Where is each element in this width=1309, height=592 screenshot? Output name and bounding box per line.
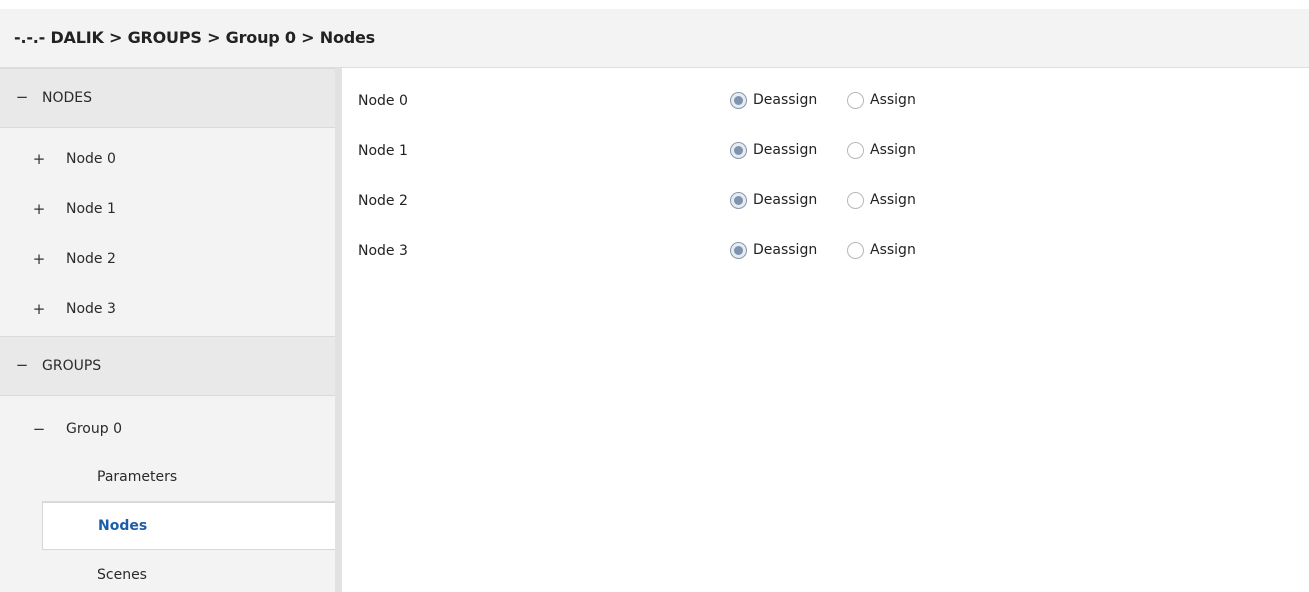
sidebar-item-node-0[interactable]: + Node 0 xyxy=(0,136,335,186)
assign-label[interactable]: Assign xyxy=(870,242,916,258)
deassign-label[interactable]: Deassign xyxy=(753,192,817,208)
expand-icon[interactable]: + xyxy=(32,250,46,268)
section-label-nodes: NODES xyxy=(42,90,93,106)
sidebar-item-nodes[interactable]: Nodes xyxy=(42,502,342,550)
node-row: Node 0 Deassign Assign xyxy=(342,68,1309,118)
node-row: Node 2 Deassign Assign xyxy=(342,168,1309,218)
app-window: -.-.- DALIK > GROUPS > Group 0 > Nodes −… xyxy=(0,0,1309,592)
sidebar-item-parameters[interactable]: Parameters xyxy=(42,454,335,502)
collapse-icon[interactable]: − xyxy=(15,356,29,374)
radio-unchecked-icon[interactable] xyxy=(847,242,864,259)
radio-checked-icon[interactable] xyxy=(730,242,747,259)
deassign-label[interactable]: Deassign xyxy=(753,142,817,158)
expand-icon[interactable]: + xyxy=(32,200,46,218)
section-header-groups[interactable]: − GROUPS xyxy=(0,336,335,396)
expand-icon[interactable]: + xyxy=(32,150,46,168)
sidebar: − NODES + Node 0 + Node 1 + Node 2 + Nod… xyxy=(0,68,342,592)
sidebar-item-label: Node 1 xyxy=(66,201,116,217)
sidebar-item-label: Nodes xyxy=(98,518,148,534)
radio-unchecked-icon[interactable] xyxy=(847,92,864,109)
deassign-label[interactable]: Deassign xyxy=(753,242,817,258)
sidebar-splitter[interactable] xyxy=(335,68,342,592)
section-label-groups: GROUPS xyxy=(42,358,102,374)
section-header-nodes[interactable]: − NODES xyxy=(0,68,335,128)
expand-icon[interactable]: + xyxy=(32,300,46,318)
sidebar-item-label: Node 0 xyxy=(66,151,116,167)
sidebar-item-label: Node 2 xyxy=(66,251,116,267)
radio-checked-icon[interactable] xyxy=(730,92,747,109)
radio-unchecked-icon[interactable] xyxy=(847,142,864,159)
header-bar: -.-.- DALIK > GROUPS > Group 0 > Nodes xyxy=(0,9,1309,68)
node-row: Node 1 Deassign Assign xyxy=(342,118,1309,168)
deassign-label[interactable]: Deassign xyxy=(753,92,817,108)
sidebar-item-label: Node 3 xyxy=(66,301,116,317)
node-label: Node 2 xyxy=(358,193,408,209)
assign-label[interactable]: Assign xyxy=(870,142,916,158)
sidebar-item-group-0[interactable]: − Group 0 xyxy=(0,406,335,456)
sidebar-item-node-2[interactable]: + Node 2 xyxy=(0,236,335,286)
assign-label[interactable]: Assign xyxy=(870,92,916,108)
node-label: Node 3 xyxy=(358,243,408,259)
node-label: Node 0 xyxy=(358,93,408,109)
main-panel: Node 0 Deassign Assign Node 1 Deassign A… xyxy=(342,68,1309,592)
radio-unchecked-icon[interactable] xyxy=(847,192,864,209)
breadcrumb: -.-.- DALIK > GROUPS > Group 0 > Nodes xyxy=(14,28,375,47)
node-row: Node 3 Deassign Assign xyxy=(342,218,1309,268)
node-label: Node 1 xyxy=(358,143,408,159)
sidebar-item-scenes[interactable]: Scenes xyxy=(42,552,335,592)
radio-checked-icon[interactable] xyxy=(730,142,747,159)
assign-label[interactable]: Assign xyxy=(870,192,916,208)
collapse-icon[interactable]: − xyxy=(15,88,29,106)
sidebar-item-label: Scenes xyxy=(97,567,147,583)
sidebar-item-node-3[interactable]: + Node 3 xyxy=(0,286,335,336)
radio-checked-icon[interactable] xyxy=(730,192,747,209)
collapse-icon[interactable]: − xyxy=(32,420,46,438)
sidebar-item-label: Group 0 xyxy=(66,421,122,437)
sidebar-item-node-1[interactable]: + Node 1 xyxy=(0,186,335,236)
sidebar-item-label: Parameters xyxy=(97,469,178,485)
